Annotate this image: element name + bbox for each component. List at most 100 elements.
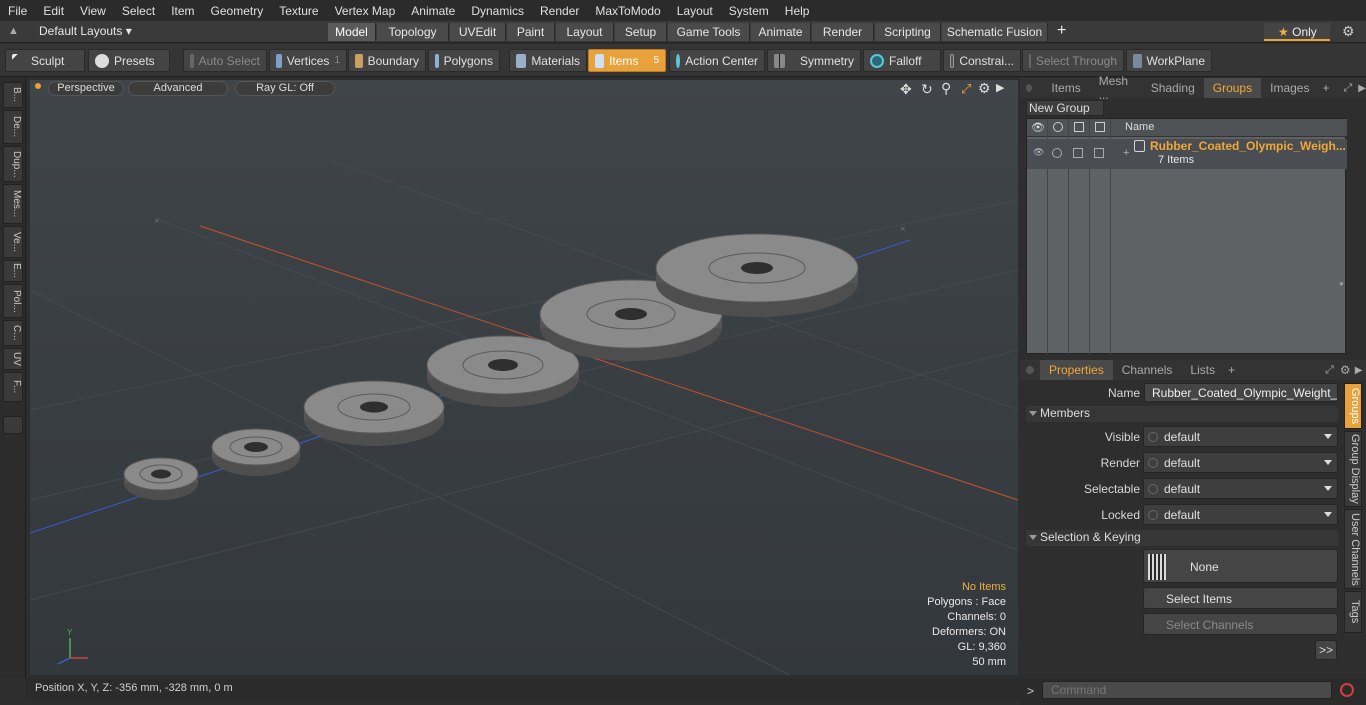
menu-file[interactable]: File	[0, 4, 35, 18]
eye-icon[interactable]: 👁	[1031, 121, 1045, 134]
layout-selector[interactable]: Default Layouts ▾	[39, 24, 132, 38]
list-scroll-handle[interactable]: ●	[1339, 279, 1345, 289]
properties-gear-icon[interactable]: ⚙	[1340, 363, 1351, 377]
properties-expand-icon[interactable]: ▶	[1355, 365, 1363, 376]
tab-paint[interactable]: Paint	[507, 23, 555, 41]
tab-animate[interactable]: Animate	[751, 23, 811, 41]
materials-button[interactable]: Materials	[509, 49, 587, 72]
tab-shading[interactable]: Shading	[1142, 78, 1204, 98]
only-toggle[interactable]: ★ Only	[1264, 23, 1330, 41]
tab-items[interactable]: Items	[1042, 78, 1089, 98]
tab-groups[interactable]: Groups	[1203, 78, 1262, 98]
side-tab-user-channels[interactable]: User Channels	[1344, 509, 1362, 589]
panel-expand-icon[interactable]: ▶	[1358, 83, 1366, 94]
side-tab-group-display[interactable]: Group Display	[1344, 431, 1362, 507]
menu-dynamics[interactable]: Dynamics	[463, 4, 532, 18]
menu-layout[interactable]: Layout	[669, 4, 721, 18]
row-render-icon[interactable]	[1052, 148, 1062, 158]
tab-mesh[interactable]: Mesh ...	[1090, 74, 1142, 102]
command-input[interactable]	[1042, 681, 1332, 699]
select-through-button[interactable]: Select Through	[1022, 49, 1124, 72]
weight-plate-6[interactable]	[655, 233, 859, 317]
new-group-button[interactable]: New Group	[1026, 100, 1104, 116]
properties-menu-dot[interactable]	[1026, 366, 1034, 374]
left-tab-toggle[interactable]	[3, 416, 23, 434]
row-select-checkbox[interactable]	[1094, 148, 1104, 158]
presets-button[interactable]: Presets	[88, 49, 170, 72]
weight-plate-1[interactable]	[123, 457, 199, 500]
row-lock-checkbox[interactable]	[1073, 148, 1083, 158]
left-tab-curve[interactable]: C...	[3, 320, 23, 346]
boundary-button[interactable]: Boundary	[348, 49, 426, 72]
items-button[interactable]: Items 5	[588, 49, 666, 72]
left-tab-fusion[interactable]: F...	[3, 372, 23, 402]
menu-view[interactable]: View	[72, 4, 114, 18]
menu-edit[interactable]: Edit	[35, 4, 72, 18]
side-tab-tags[interactable]: Tags	[1344, 591, 1362, 633]
tab-lists[interactable]: Lists	[1181, 360, 1224, 380]
workplane-button[interactable]: WorkPlane	[1126, 49, 1212, 72]
more-button[interactable]: >>	[1315, 640, 1337, 660]
add-properties-tab-icon[interactable]: +	[1228, 363, 1235, 377]
add-tab-icon[interactable]: +	[1057, 22, 1066, 40]
falloff-button[interactable]: Falloff	[863, 49, 941, 72]
groups-list[interactable]: 👁 Name 👁 + Rubber_Coated_Olympic_Weigh..…	[1026, 118, 1347, 355]
symmetry-button[interactable]: Symmetry	[767, 49, 861, 72]
tab-model[interactable]: Model	[328, 23, 376, 41]
locked-dropdown[interactable]: default	[1143, 504, 1338, 525]
select-icon[interactable]	[1095, 122, 1105, 132]
layout-arrow-icon[interactable]: ▲	[8, 25, 19, 37]
menu-animate[interactable]: Animate	[403, 4, 463, 18]
visible-dropdown[interactable]: default	[1143, 426, 1338, 447]
menu-select[interactable]: Select	[114, 4, 163, 18]
name-field[interactable]: Rubber_Coated_Olympic_Weight_Plat	[1144, 383, 1338, 402]
left-tab-uv[interactable]: UV	[3, 348, 23, 370]
maximize-icon[interactable]: ⤢	[1343, 82, 1352, 95]
constraints-button[interactable]: Constrai...	[943, 49, 1021, 72]
auto-select-button[interactable]: Auto Select	[183, 49, 267, 72]
left-tab-polygon[interactable]: Pol...	[3, 284, 23, 318]
tab-scripting[interactable]: Scripting	[875, 23, 941, 41]
group-row[interactable]: 👁 + Rubber_Coated_Olympic_Weigh... 7 Ite…	[1027, 139, 1347, 169]
left-tab-duplicate[interactable]: Dup...	[3, 146, 23, 182]
row-eye-icon[interactable]: 👁	[1033, 147, 1044, 158]
render-icon[interactable]	[1053, 122, 1063, 132]
menu-render[interactable]: Render	[532, 4, 587, 18]
menu-maxtomodo[interactable]: MaxToModo	[587, 4, 668, 18]
selectable-dropdown[interactable]: default	[1143, 478, 1338, 499]
properties-maximize-icon[interactable]: ⤢	[1325, 364, 1334, 377]
menu-geometry[interactable]: Geometry	[203, 4, 272, 18]
tab-properties[interactable]: Properties	[1040, 360, 1113, 380]
menu-help[interactable]: Help	[777, 4, 818, 18]
left-tab-mesh-edit[interactable]: Mes...	[3, 184, 23, 224]
render-dropdown[interactable]: default	[1143, 452, 1338, 473]
side-tab-groups[interactable]: Groups	[1344, 383, 1362, 429]
tab-channels[interactable]: Channels	[1113, 360, 1182, 380]
left-tab-deform[interactable]: De...	[3, 110, 23, 144]
tab-schematic-fusion[interactable]: Schematic Fusion	[942, 23, 1048, 41]
tab-game-tools[interactable]: Game Tools	[668, 23, 750, 41]
select-channels-button[interactable]: Select Channels	[1143, 613, 1338, 635]
action-center-button[interactable]: Action Center	[669, 49, 765, 72]
tab-layout[interactable]: Layout	[556, 23, 614, 41]
selection-keying-section-header[interactable]: Selection & Keying	[1026, 530, 1338, 546]
left-tab-edge[interactable]: E...	[3, 260, 23, 282]
tab-images[interactable]: Images	[1261, 78, 1318, 98]
polygons-button[interactable]: Polygons	[428, 49, 500, 72]
vertices-button[interactable]: Vertices 1	[269, 49, 347, 72]
tab-topology[interactable]: Topology	[377, 23, 449, 41]
menu-system[interactable]: System	[721, 4, 777, 18]
menu-texture[interactable]: Texture	[271, 4, 326, 18]
members-section-header[interactable]: Members	[1026, 406, 1338, 422]
weight-plate-2[interactable]	[211, 428, 301, 476]
3d-viewport[interactable]: Perspective Advanced Ray GL: Off ✥ ↻ ⚲ ⤢…	[30, 80, 1018, 675]
gear-icon[interactable]: ⚙	[1342, 23, 1355, 40]
tab-setup[interactable]: Setup	[615, 23, 667, 41]
tab-uvedit[interactable]: UVEdit	[450, 23, 506, 41]
panel-menu-dot[interactable]	[1026, 84, 1033, 92]
menu-vertex-map[interactable]: Vertex Map	[327, 4, 404, 18]
expand-icon[interactable]: +	[1123, 147, 1129, 159]
left-tab-vertex[interactable]: Ve...	[3, 226, 23, 258]
select-items-button[interactable]: Select Items	[1143, 587, 1338, 609]
tab-render[interactable]: Render	[812, 23, 874, 41]
